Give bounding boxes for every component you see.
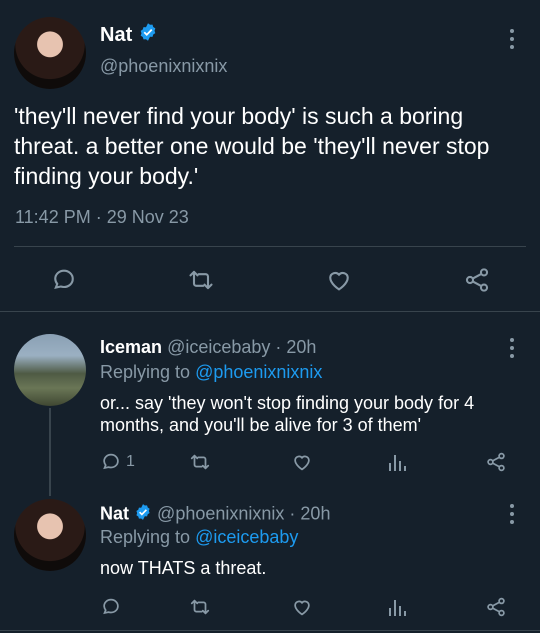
analytics-icon[interactable] <box>387 596 407 618</box>
like-icon[interactable] <box>325 266 353 294</box>
tweet-timestamp[interactable]: 11:42 PM · 29 Nov 23 <box>15 207 189 228</box>
avatar[interactable] <box>14 334 86 406</box>
like-icon[interactable] <box>291 596 313 618</box>
retweet-icon[interactable] <box>188 596 212 618</box>
analytics-icon[interactable] <box>387 451 407 473</box>
avatar[interactable] <box>14 499 86 571</box>
reply-text: now THATS a threat. <box>100 558 267 578</box>
like-icon[interactable] <box>291 451 313 473</box>
reply-header: Iceman @iceicebaby · 20h <box>100 337 316 358</box>
reply-age: · 20h <box>275 337 317 357</box>
retweet-icon[interactable] <box>188 451 212 473</box>
more-options-icon[interactable] <box>509 29 515 53</box>
timestamp-separator: · <box>95 207 102 227</box>
share-icon[interactable] <box>462 266 492 294</box>
tweet-date: 29 Nov 23 <box>106 207 189 227</box>
author-name-row: Nat <box>100 22 158 49</box>
avatar[interactable] <box>14 17 86 89</box>
divider <box>0 311 540 312</box>
replying-to: Replying to @iceicebaby <box>100 527 298 548</box>
author-name[interactable]: Iceman <box>100 337 162 357</box>
replying-to-label: Replying to <box>100 527 191 547</box>
tweet-time: 11:42 PM <box>15 207 91 227</box>
author-handle[interactable]: @iceicebaby <box>167 337 270 357</box>
thread-line <box>49 408 51 496</box>
divider <box>0 630 540 631</box>
verified-badge-icon <box>138 22 158 49</box>
verified-badge-icon <box>134 503 152 526</box>
more-options-icon[interactable] <box>509 338 515 362</box>
reply-icon[interactable] <box>100 451 122 473</box>
retweet-icon[interactable] <box>186 266 216 294</box>
replying-to-handle[interactable]: @phoenixnixnix <box>195 362 322 382</box>
replying-to-handle[interactable]: @iceicebaby <box>195 527 298 547</box>
author-name[interactable]: Nat <box>100 503 129 523</box>
reply-icon[interactable] <box>100 596 122 618</box>
reply-count: 1 <box>126 453 135 470</box>
reply-age: · 20h <box>289 503 331 524</box>
reply-header: Nat @phoenixnixnix · 20h <box>100 503 330 526</box>
replying-to: Replying to @phoenixnixnix <box>100 362 322 383</box>
share-icon[interactable] <box>484 596 508 618</box>
share-icon[interactable] <box>484 451 508 473</box>
divider <box>14 246 526 247</box>
reply-text: or... say 'they won't stop finding your … <box>100 393 475 435</box>
author-handle[interactable]: @phoenixnixnix <box>100 56 227 77</box>
reply-icon[interactable] <box>50 266 78 294</box>
more-options-icon[interactable] <box>509 504 515 528</box>
author-handle[interactable]: @phoenixnixnix <box>157 503 284 523</box>
tweet-text: 'they'll never find your body' is such a… <box>14 103 490 189</box>
replying-to-label: Replying to <box>100 362 191 382</box>
author-name[interactable]: Nat <box>100 24 132 46</box>
